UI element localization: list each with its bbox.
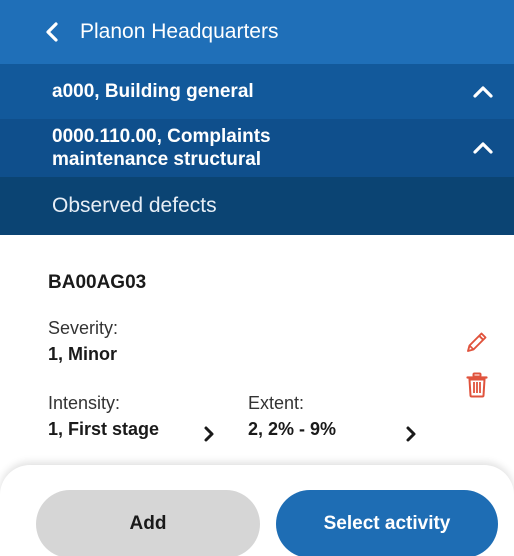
trash-icon[interactable] [466,372,488,398]
defect-code: BA00AG03 [48,272,147,293]
chevron-up-icon[interactable] [472,137,494,159]
breadcrumb-level-complaints-label: 0000.110.00, Complaints maintenance stru… [52,126,271,170]
add-button[interactable]: Add [36,490,260,556]
breadcrumb-level-complaints[interactable]: 0000.110.00, Complaints maintenance stru… [0,119,514,177]
back-button[interactable] [0,0,60,64]
severity-value: 1, Minor [48,344,118,364]
chevron-left-icon [46,22,58,42]
breadcrumb-level-building[interactable]: a000, Building general [0,64,514,119]
pencil-icon[interactable] [464,329,490,355]
top-bar: Planon Headquarters [0,0,514,64]
chevron-up-icon[interactable] [472,81,494,103]
chevron-right-icon[interactable] [202,425,216,443]
severity-label: Severity: [48,318,119,338]
action-footer: Add Select activity [0,465,514,556]
intensity-label: Intensity: [48,393,121,413]
intensity-value: 1, First stage [48,419,160,439]
section-observed-defects: Observed defects [0,177,514,235]
breadcrumb-level-building-label: a000, Building general [52,80,254,102]
chevron-right-icon[interactable] [404,425,418,443]
section-observed-defects-label: Observed defects [52,194,217,217]
extent-label: Extent: [248,393,305,413]
page-title: Planon Headquarters [80,20,279,43]
select-activity-button[interactable]: Select activity [276,490,498,556]
defect-card: BA00AG03 Severity: 1, Minor Intensity: 1… [0,235,514,465]
extent-value: 2, 2% - 9% [248,419,337,439]
